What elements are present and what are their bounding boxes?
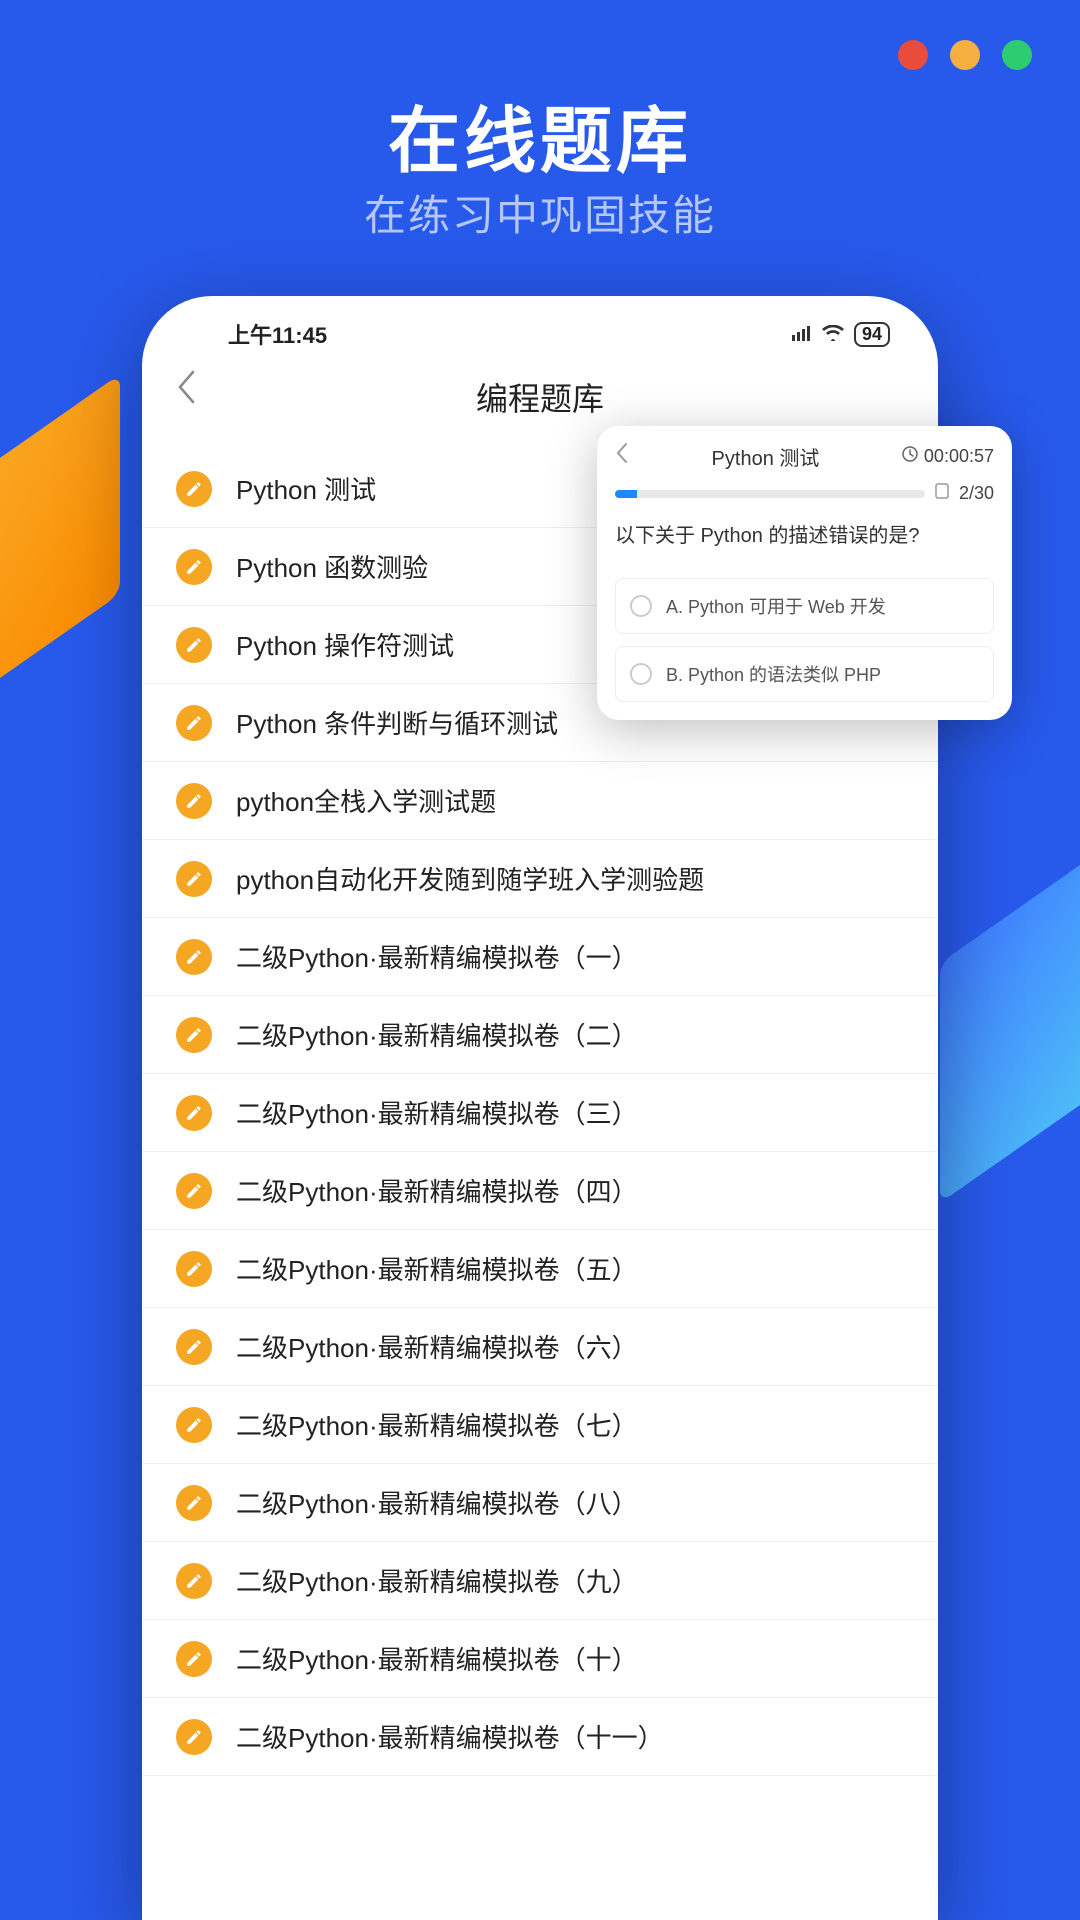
bg-decoration-orange — [0, 374, 120, 706]
list-item-label: Python 条件判断与循环测试 — [236, 704, 558, 741]
list-item[interactable]: 二级Python·最新精编模拟卷（二） — [142, 996, 938, 1074]
bookmark-icon[interactable] — [935, 483, 949, 504]
pencil-icon — [176, 1719, 212, 1755]
option-label: B. Python 的语法类似 PHP — [666, 661, 881, 687]
progress-bar — [615, 490, 925, 498]
popup-progress-row: 2/30 — [615, 483, 994, 504]
status-time: 上午11:45 — [228, 318, 327, 350]
list-item-label: 二级Python·最新精编模拟卷（七） — [236, 1406, 638, 1443]
pencil-icon — [176, 1173, 212, 1209]
pencil-icon — [176, 1641, 212, 1677]
list-item[interactable]: 二级Python·最新精编模拟卷（六） — [142, 1308, 938, 1386]
answer-options: A. Python 可用于 Web 开发 B. Python 的语法类似 PHP — [615, 578, 994, 702]
pencil-icon — [176, 939, 212, 975]
hero-title: 在线题库 — [0, 82, 1080, 187]
list-item-label: 二级Python·最新精编模拟卷（四） — [236, 1172, 638, 1209]
pencil-icon — [176, 1095, 212, 1131]
list-item-label: 二级Python·最新精编模拟卷（十） — [236, 1640, 638, 1677]
list-item[interactable]: 二级Python·最新精编模拟卷（四） — [142, 1152, 938, 1230]
list-item-label: python自动化开发随到随学班入学测验题 — [236, 860, 704, 897]
radio-icon — [630, 663, 652, 685]
question-text: 以下关于 Python 的描述错误的是? — [615, 522, 994, 550]
pencil-icon — [176, 1329, 212, 1365]
clock-icon — [902, 446, 918, 467]
list-item[interactable]: python全栈入学测试题 — [142, 762, 938, 840]
list-item-label: 二级Python·最新精编模拟卷（二） — [236, 1016, 638, 1053]
radio-icon — [630, 595, 652, 617]
list-item[interactable]: 二级Python·最新精编模拟卷（十一） — [142, 1698, 938, 1776]
list-item[interactable]: python自动化开发随到随学班入学测验题 — [142, 840, 938, 918]
list-item-label: 二级Python·最新精编模拟卷（五） — [236, 1250, 638, 1287]
battery-badge: 94 — [854, 322, 890, 347]
list-item[interactable]: 二级Python·最新精编模拟卷（一） — [142, 918, 938, 996]
popup-header: Python 测试 00:00:57 — [615, 442, 994, 471]
popup-title: Python 测试 — [637, 442, 894, 471]
timer-value: 00:00:57 — [924, 446, 994, 467]
answer-option[interactable]: A. Python 可用于 Web 开发 — [615, 578, 994, 634]
list-item-label: 二级Python·最新精编模拟卷（十一） — [236, 1718, 664, 1755]
list-item-label: 二级Python·最新精编模拟卷（六） — [236, 1328, 638, 1365]
list-item[interactable]: 二级Python·最新精编模拟卷（八） — [142, 1464, 938, 1542]
traffic-lights — [898, 40, 1032, 70]
traffic-red-icon — [898, 40, 928, 70]
list-item-label: Python 函数测验 — [236, 548, 428, 585]
list-item[interactable]: 二级Python·最新精编模拟卷（七） — [142, 1386, 938, 1464]
pencil-icon — [176, 1017, 212, 1053]
list-item-label: 二级Python·最新精编模拟卷（三） — [236, 1094, 638, 1131]
pencil-icon — [176, 1407, 212, 1443]
progress-count: 2/30 — [959, 483, 994, 504]
popup-timer: 00:00:57 — [902, 446, 994, 467]
list-item[interactable]: 二级Python·最新精编模拟卷（九） — [142, 1542, 938, 1620]
answer-option[interactable]: B. Python 的语法类似 PHP — [615, 646, 994, 702]
pencil-icon — [176, 783, 212, 819]
pencil-icon — [176, 549, 212, 585]
option-label: A. Python 可用于 Web 开发 — [666, 593, 886, 619]
pencil-icon — [176, 471, 212, 507]
list-item-label: 二级Python·最新精编模拟卷（九） — [236, 1562, 638, 1599]
status-bar: 上午11:45 94 — [142, 296, 938, 356]
list-item[interactable]: 二级Python·最新精编模拟卷（三） — [142, 1074, 938, 1152]
list-item[interactable]: 二级Python·最新精编模拟卷（五） — [142, 1230, 938, 1308]
list-item-label: 二级Python·最新精编模拟卷（一） — [236, 938, 638, 975]
pencil-icon — [176, 1251, 212, 1287]
list-item[interactable]: 二级Python·最新精编模拟卷（十） — [142, 1620, 938, 1698]
back-icon[interactable] — [176, 370, 196, 413]
pencil-icon — [176, 627, 212, 663]
signal-icon — [792, 321, 812, 347]
progress-fill — [615, 490, 637, 498]
pencil-icon — [176, 1485, 212, 1521]
list-item-label: Python 操作符测试 — [236, 626, 454, 663]
page-title: 编程题库 — [476, 374, 604, 420]
status-right: 94 — [792, 321, 890, 347]
traffic-green-icon — [1002, 40, 1032, 70]
list-item-label: Python 测试 — [236, 470, 376, 507]
pencil-icon — [176, 705, 212, 741]
pencil-icon — [176, 861, 212, 897]
wifi-icon — [822, 321, 844, 347]
popup-back-icon[interactable] — [615, 442, 629, 471]
bg-decoration-blue — [940, 837, 1080, 1203]
quiz-popup: Python 测试 00:00:57 2/30 以下关于 Python 的描述错… — [597, 426, 1012, 720]
list-item-label: python全栈入学测试题 — [236, 782, 496, 819]
pencil-icon — [176, 1563, 212, 1599]
list-item-label: 二级Python·最新精编模拟卷（八） — [236, 1484, 638, 1521]
traffic-yellow-icon — [950, 40, 980, 70]
hero-subtitle: 在练习中巩固技能 — [0, 182, 1080, 243]
